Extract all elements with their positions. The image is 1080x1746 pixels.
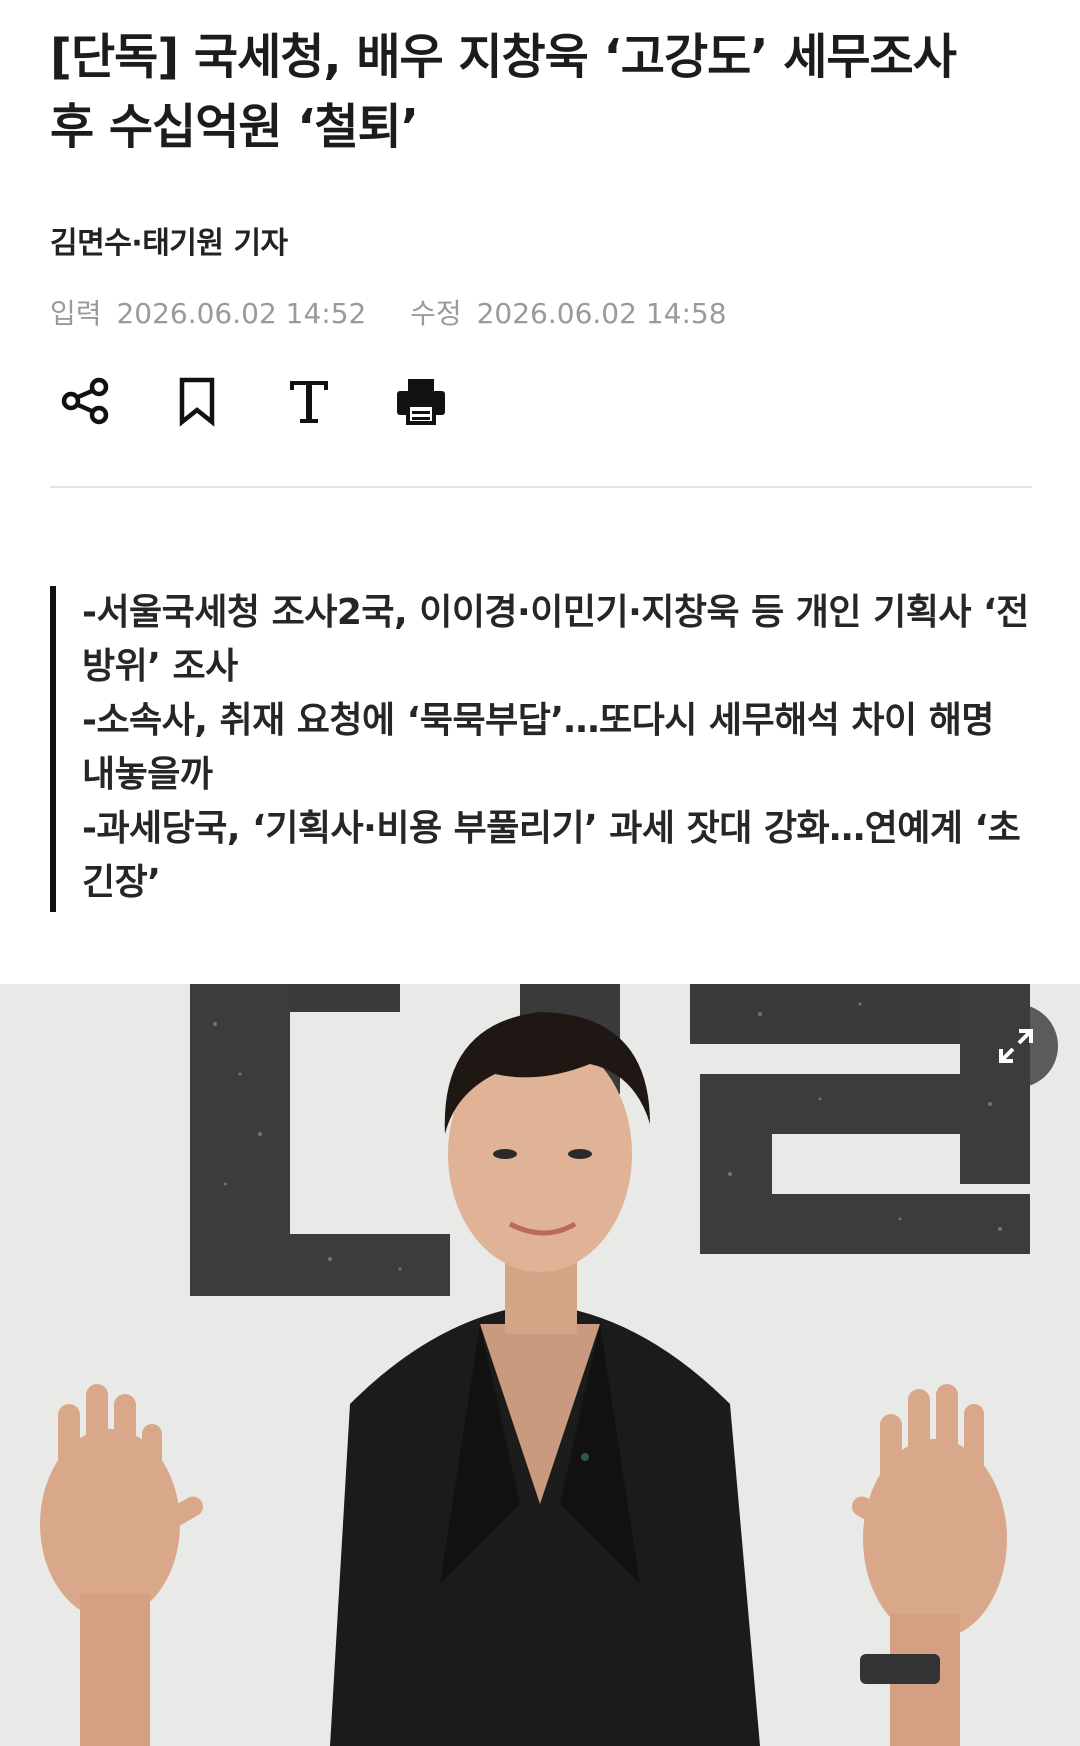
publish-dates: 입력 2026.06.02 14:52 수정 2026.06.02 14:58	[50, 292, 727, 332]
divider	[50, 486, 1032, 488]
byline: 김면수·태기원 기자	[50, 226, 288, 261]
bookmark-icon	[179, 377, 215, 427]
article: [단독] 국세청, 배우 지창욱 ‘고강도’ 세무조사 후 수십억원 ‘철퇴’ …	[0, 0, 1080, 1746]
share-button[interactable]	[50, 366, 120, 436]
input-date-value: 2026.06.02 14:52	[116, 297, 367, 330]
article-toolbar	[50, 366, 498, 436]
expand-icon	[999, 1029, 1033, 1063]
summary-line: -소속사, 취재 요청에 ‘묵묵부답’…또다시 세무해석 차이 해명 내놓을까	[82, 700, 994, 795]
photo-illustration	[0, 984, 1080, 1746]
summary-line: -과세당국, ‘기획사·비용 부풀리기’ 과세 잣대 강화…연예계 ‘초긴장’	[82, 808, 1021, 903]
summary-line: -서울국세청 조사2국, 이이경·이민기·지창욱 등 개인 기획사 ‘전방위’ …	[82, 592, 1029, 687]
share-icon	[61, 377, 109, 425]
print-icon	[397, 379, 445, 425]
modified-date-value: 2026.06.02 14:58	[476, 297, 727, 330]
font-size-button[interactable]	[274, 366, 344, 436]
headline: [단독] 국세청, 배우 지창욱 ‘고강도’ 세무조사 후 수십억원 ‘철퇴’	[50, 29, 957, 155]
bookmark-button[interactable]	[162, 366, 232, 436]
expand-photo-button[interactable]	[974, 1004, 1058, 1088]
print-button[interactable]	[386, 366, 456, 436]
modified-date-label: 수정	[410, 297, 462, 330]
input-date-label: 입력	[50, 297, 102, 330]
font-size-icon	[290, 381, 328, 423]
article-photo[interactable]	[0, 984, 1080, 1746]
article-summary: -서울국세청 조사2국, 이이경·이민기·지창욱 등 개인 기획사 ‘전방위’ …	[50, 586, 1030, 912]
